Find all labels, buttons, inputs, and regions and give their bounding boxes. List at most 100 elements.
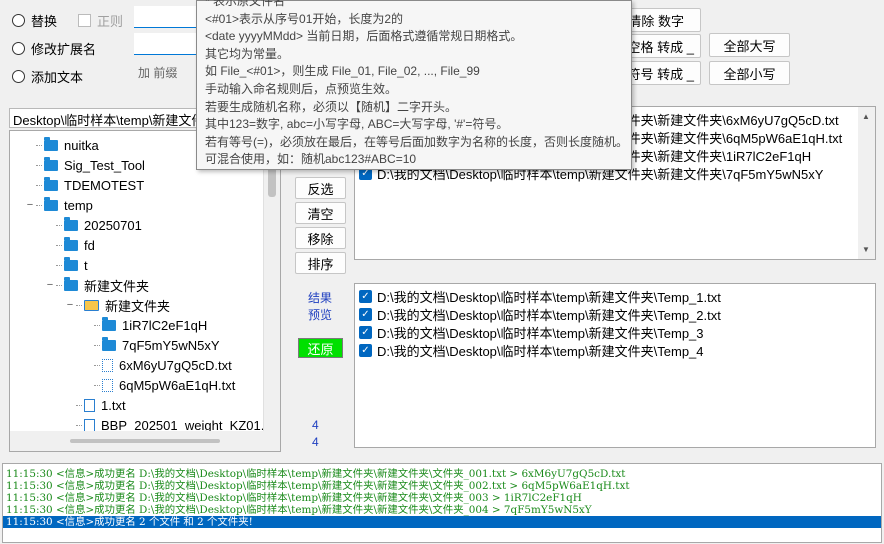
tree-item[interactable]: 7qF5mY5wN5xY [82, 335, 220, 355]
preview-file-list[interactable]: ✓ D:\我的文档\Desktop\临时样本\temp\新建文件夹\Temp_1.… [354, 283, 876, 448]
tree-item[interactable]: fd [44, 235, 95, 255]
tree-item[interactable]: 6xM6yU7gQ5cD.txt [82, 355, 232, 375]
log-entry[interactable]: 11:15:30 <信息>成功更名 D:\我的文档\Desktop\临时样本\t… [3, 468, 881, 480]
tree-item[interactable]: − temp [24, 195, 93, 215]
tree-connector [36, 144, 42, 146]
folder-icon [44, 156, 58, 171]
tree-item[interactable]: TDEMOTEST [24, 175, 144, 195]
preview-list-item[interactable]: ✓ D:\我的文档\Desktop\临时样本\temp\新建文件夹\Temp_4 [359, 341, 704, 359]
expand-toggle-icon[interactable]: − [24, 199, 36, 211]
tree-vertical-scrollbar[interactable] [263, 131, 280, 431]
tooltip-line: <#01>表示从序号01开始，长度为2的 [205, 11, 404, 26]
tree-item[interactable]: − 新建文件夹 [44, 275, 149, 295]
tree-connector [76, 424, 82, 426]
regex-label: 正则 [97, 14, 124, 29]
expand-toggle-icon[interactable]: − [44, 279, 56, 291]
tooltip-line: 可混合使用，如：随机abc123#ABC=10 [205, 152, 417, 167]
tree-item[interactable]: t [44, 255, 88, 275]
preview-list-item[interactable]: ✓ D:\我的文档\Desktop\临时样本\temp\新建文件夹\Temp_1.… [359, 287, 721, 305]
remove-button[interactable]: 移除 [295, 227, 346, 249]
tree-connector [94, 344, 100, 346]
add-text-radio[interactable] [12, 70, 25, 83]
tree-item-label: 1.txt [101, 397, 126, 413]
modify-ext-option[interactable]: 修改扩展名 [12, 39, 96, 58]
checked-checkbox[interactable]: ✓ [359, 289, 372, 303]
replace-find-input[interactable] [134, 6, 198, 28]
file-dotted-icon [102, 358, 113, 372]
all-lower-button[interactable]: 全部小写 [709, 61, 790, 85]
preview-list-item[interactable]: ✓ D:\我的文档\Desktop\临时样本\temp\新建文件夹\Temp_2.… [359, 305, 721, 323]
tree-connector [94, 364, 100, 366]
preview-list-item[interactable]: ✓ D:\我的文档\Desktop\临时样本\temp\新建文件夹\Temp_3 [359, 323, 704, 341]
ext-input[interactable] [134, 33, 198, 55]
regex-checkbox [78, 14, 91, 27]
tree-hscroll-thumb[interactable] [70, 439, 220, 443]
all-upper-button[interactable]: 全部大写 [709, 33, 790, 57]
file-icon [84, 398, 95, 412]
file-path-label: D:\我的文档\Desktop\临时样本\temp\新建文件夹\Temp_3 [377, 325, 704, 341]
tree-connector [36, 184, 42, 186]
replace-option[interactable]: 替换 [12, 11, 57, 30]
tree-item-label: 新建文件夹 [84, 278, 150, 294]
invert-button[interactable]: 反选 [295, 177, 346, 199]
tree-item-label: 6qM5pW6aE1qH.txt [119, 377, 236, 393]
tooltip-line: * 表示原文件名 [205, 0, 286, 8]
folder-tree[interactable]: nuitka Sig_Test_Tool TDEMOTEST − temp 2025070… [9, 130, 281, 452]
clear-button[interactable]: 清空 [295, 202, 346, 224]
tree-item[interactable]: 1iR7lC2eF1qH [82, 315, 207, 335]
folder-icon [102, 316, 116, 331]
tree-connector [36, 204, 42, 206]
tree-item-label: 6xM6yU7gQ5cD.txt [119, 357, 232, 373]
tree-item[interactable]: − 新建文件夹 [64, 295, 170, 315]
tooltip-line: <date yyyyMMdd> 当前日期，后面格式遵循常规日期格式。 [205, 29, 523, 44]
folder-icon [64, 276, 78, 291]
tree-connector [94, 324, 100, 326]
tree-item[interactable]: Sig_Test_Tool [24, 155, 145, 175]
log-entry[interactable]: 11:15:30 <信息>成功更名 D:\我的文档\Desktop\临时样本\t… [3, 504, 881, 516]
folder-icon [44, 176, 58, 191]
path-bar[interactable]: Desktop\临时样本\temp\新建文件 [9, 108, 201, 128]
file-path-label: D:\我的文档\Desktop\临时样本\temp\新建文件夹\Temp_1.t… [377, 289, 721, 305]
tree-item[interactable]: 20250701 [44, 215, 142, 235]
folder-icon [64, 216, 78, 231]
tree-item-label: 7qF5mY5wN5xY [122, 337, 220, 353]
log-entry[interactable]: 11:15:30 <信息>成功更名 D:\我的文档\Desktop\临时样本\t… [3, 492, 881, 504]
restore-button[interactable]: 还原 [298, 338, 343, 358]
tree-item[interactable]: nuitka [24, 135, 99, 155]
tree-item-label: fd [84, 237, 95, 253]
add-text-option[interactable]: 添加文本 [12, 67, 83, 86]
checked-checkbox[interactable]: ✓ [359, 307, 372, 321]
tree-connector [94, 384, 100, 386]
replace-radio[interactable] [12, 14, 25, 27]
tree-item-label: TDEMOTEST [64, 177, 145, 193]
file-icon [84, 418, 95, 432]
log-panel[interactable]: 11:15:30 <信息>成功更名 D:\我的文档\Desktop\临时样本\t… [2, 463, 882, 543]
tree-connector [56, 264, 62, 266]
folder-open-icon [84, 299, 99, 311]
folder-icon [44, 136, 58, 151]
add-text-position[interactable]: 加 前缀 [134, 61, 198, 83]
expand-toggle-icon[interactable]: − [64, 299, 76, 311]
top-count: 4 [312, 418, 319, 432]
log-entry[interactable]: 11:15:30 <信息>成功更名 D:\我的文档\Desktop\临时样本\t… [3, 480, 881, 492]
checked-checkbox[interactable]: ✓ [359, 343, 372, 357]
tree-item[interactable]: 1.txt [64, 395, 126, 415]
tree-item-label: nuitka [64, 137, 99, 153]
preview-button[interactable]: 结果 预览 [300, 290, 340, 324]
sort-button[interactable]: 排序 [295, 252, 346, 274]
modify-ext-label: 修改扩展名 [31, 42, 97, 57]
tree-item-label: 20250701 [84, 217, 142, 233]
checked-checkbox[interactable]: ✓ [359, 325, 372, 339]
tree-item-label: t [84, 257, 88, 273]
tree-item[interactable]: 6qM5pW6aE1qH.txt [82, 375, 235, 395]
tree-connector [56, 284, 62, 286]
folder-icon [64, 256, 78, 271]
tree-connector [36, 164, 42, 166]
log-entry[interactable]: 11:15:30 <信息>成功更名 2 个文件 和 2 个文件夹! [3, 516, 881, 528]
naming-rules-tooltip: * 表示原文件名 <#01>表示从序号01开始，长度为2的 <date yyyyMM… [196, 0, 632, 170]
modify-ext-radio[interactable] [12, 42, 25, 55]
source-list-scrollbar[interactable]: ▲ ▼ [858, 107, 875, 259]
tree-item-label: Sig_Test_Tool [64, 157, 145, 173]
replace-label: 替换 [31, 14, 58, 29]
tree-horizontal-scrollbar[interactable] [10, 431, 280, 451]
